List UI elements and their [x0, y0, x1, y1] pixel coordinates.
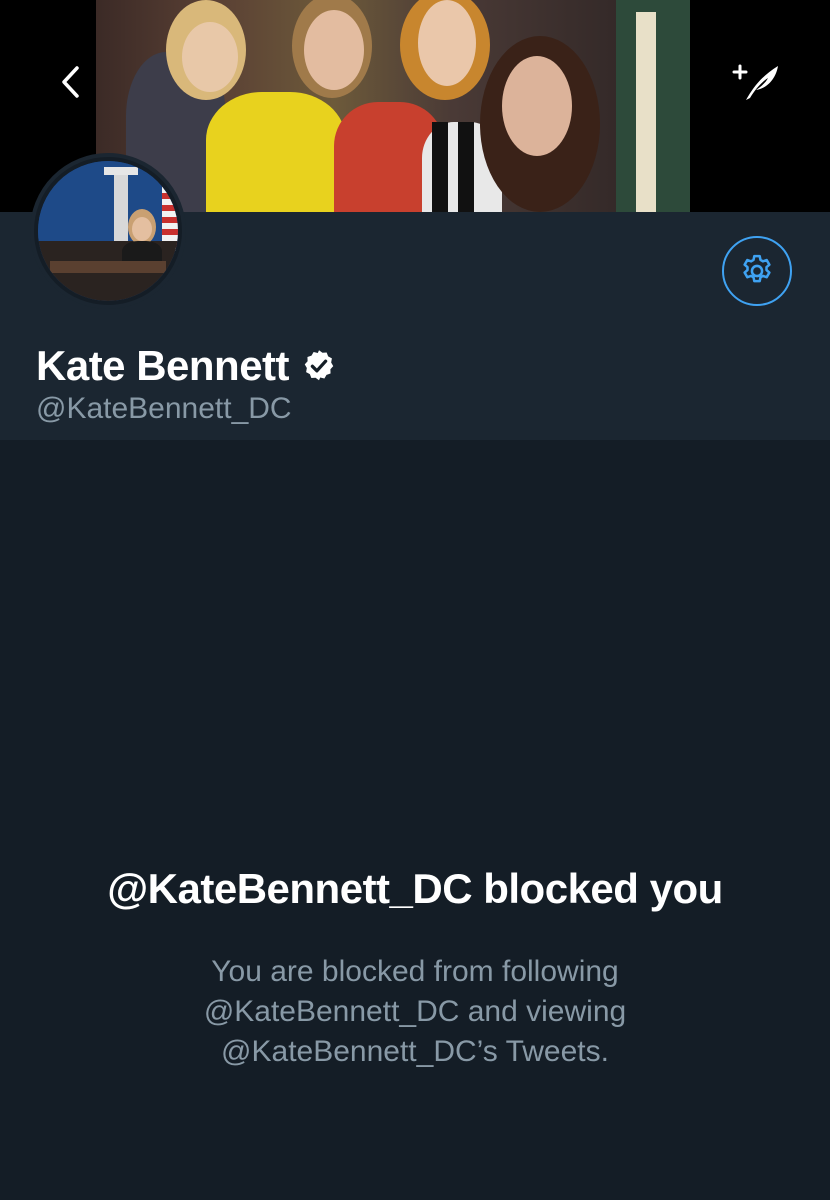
- compose-tweet-icon: [732, 64, 778, 100]
- banner-photo: [96, 0, 690, 212]
- display-name: Kate Bennett: [36, 342, 290, 389]
- compose-tweet-button[interactable]: [728, 56, 788, 108]
- back-button[interactable]: [44, 56, 96, 108]
- profile-handle: @KateBennett_DC: [36, 392, 292, 425]
- avatar[interactable]: [30, 153, 186, 309]
- settings-button[interactable]: [722, 236, 792, 306]
- profile-name-row: Kate Bennett: [36, 340, 337, 392]
- chevron-left-icon: [62, 66, 79, 98]
- blocked-title: @KateBennett_DC blocked you: [107, 865, 723, 912]
- profile-screen: Kate Bennett @KateBennett_DC @KateBennet…: [0, 0, 830, 1200]
- blocked-notice: @KateBennett_DC blocked you You are bloc…: [0, 862, 830, 1072]
- gear-icon: [743, 254, 771, 283]
- blocked-description: You are blocked from following @KateBenn…: [203, 955, 627, 1068]
- avatar-photo: [38, 161, 178, 301]
- verified-badge-icon: [301, 348, 337, 384]
